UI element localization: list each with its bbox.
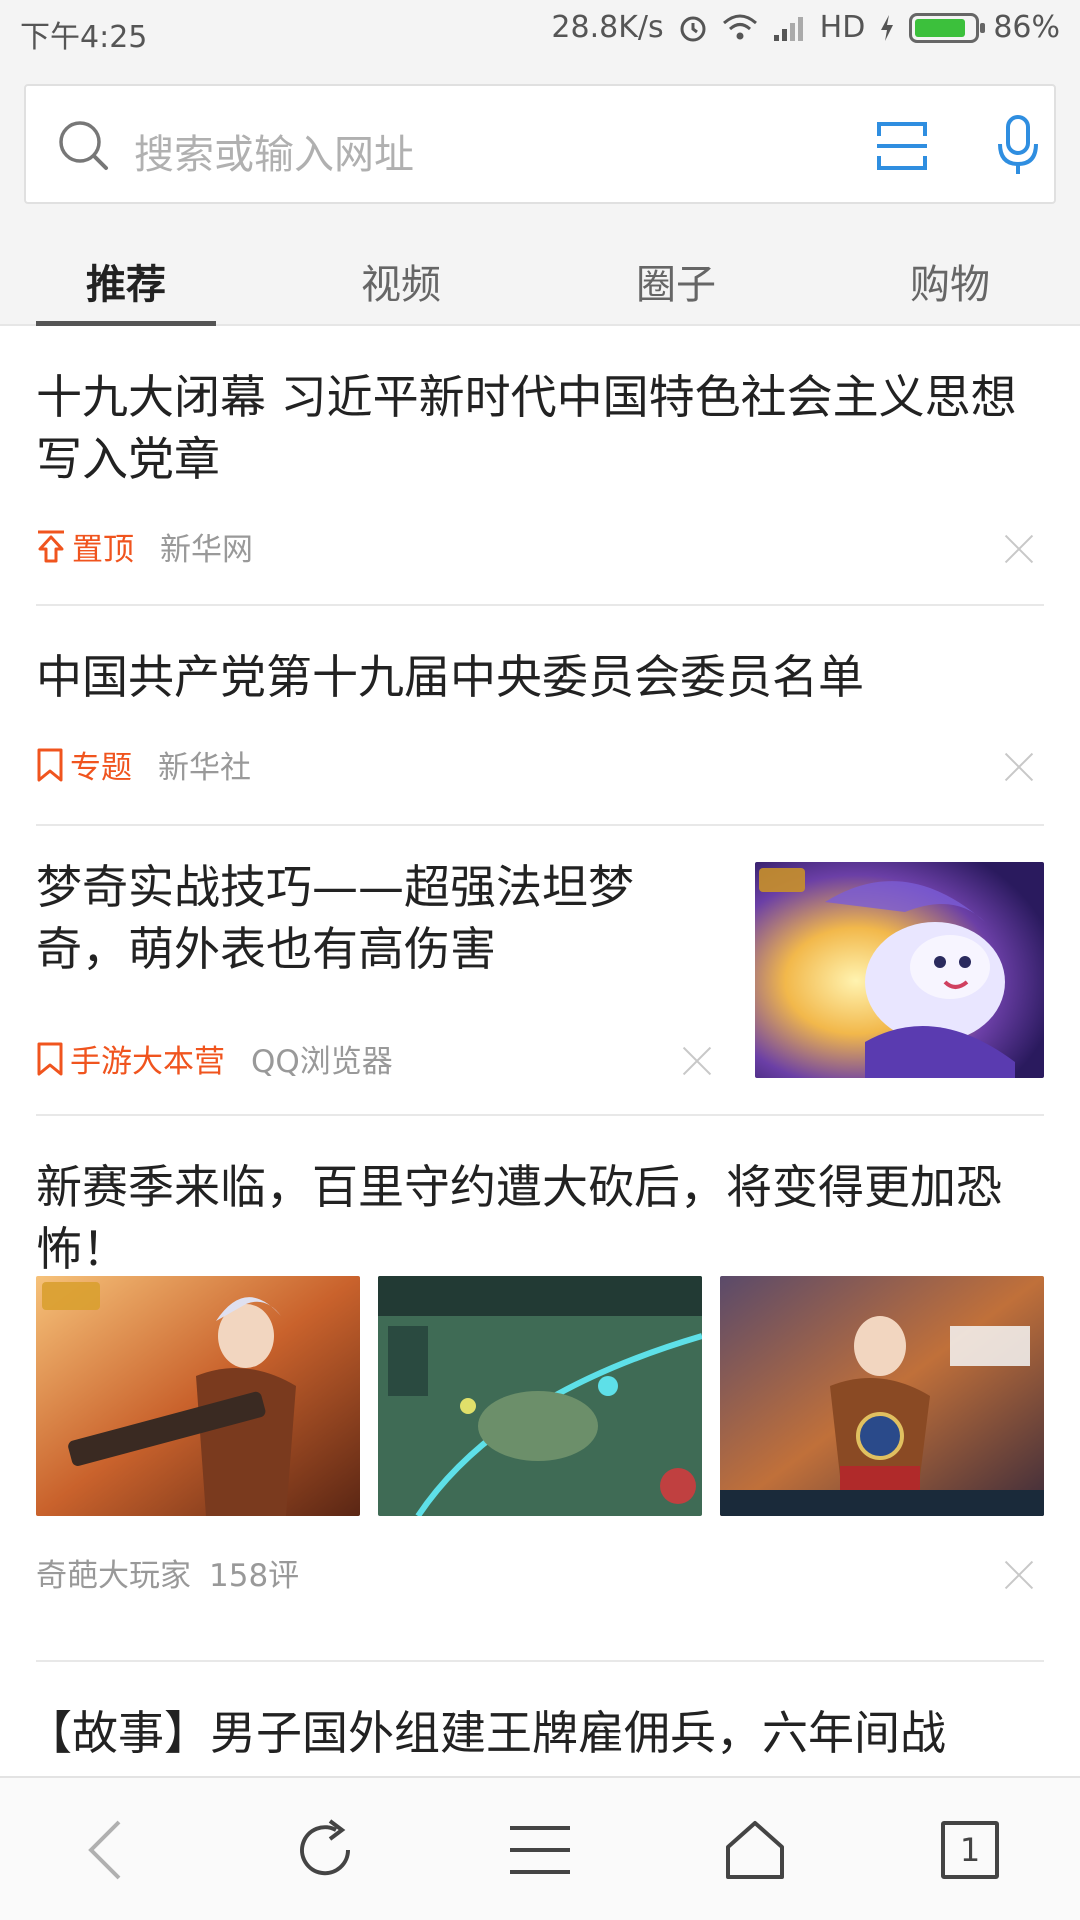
news-tag-label: 置顶 [72,532,134,568]
network-type: HD [819,10,866,45]
news-comment-count: 158评 [209,1558,300,1594]
charging-icon [881,14,894,41]
news-item[interactable]: 新赛季来临，百里守约遭大砍后，将变得更加恐怖！ 奇葩大玩家 158评 [36,1116,1044,1662]
menu-icon [510,1826,570,1874]
pin-top-icon [38,530,64,562]
news-title[interactable]: 中国共产党第十九届中央委员会委员名单 [36,646,1036,708]
tabs-button[interactable]: 1 [925,1808,1015,1892]
tab-video[interactable]: 视频 [311,252,491,310]
bottom-toolbar: 1 [0,1776,1080,1920]
header: 搜索或输入网址 推荐 视频 圈子 购物 [0,64,1080,326]
thumbnail-image [378,1276,702,1516]
news-source: 新华社 [158,750,251,786]
news-title[interactable]: 梦奇实战技巧——超强法坦梦奇，萌外表也有高伤害 [36,856,676,980]
news-source: 新华网 [160,532,253,568]
search-box[interactable]: 搜索或输入网址 [24,84,1056,204]
tab-recommend[interactable]: 推荐 [36,252,216,310]
network-speed: 28.8K/s [551,10,664,45]
back-icon [88,1820,121,1880]
signal-icon [773,16,803,41]
news-meta: 置顶 新华网 [36,524,253,569]
news-thumbnail[interactable] [720,1276,1044,1516]
news-feed[interactable]: 十九大闭幕 习近平新时代中国特色社会主义思想写入党章 置顶 新华网 中国共产党第… [0,326,1080,1776]
tab-count: 1 [959,1831,981,1869]
status-time: 下午4:25 [20,20,148,55]
news-meta: 专题 新华社 [36,742,251,787]
news-source: 奇葩大玩家 [36,1558,191,1594]
news-thumbnail[interactable] [36,1276,360,1516]
news-meta: 奇葩大玩家 158评 [36,1550,299,1595]
news-title[interactable]: 新赛季来临，百里守约遭大砍后，将变得更加恐怖！ [36,1156,1044,1280]
news-tag-label: 专题 [70,750,132,786]
search-placeholder[interactable]: 搜索或输入网址 [134,122,414,180]
tab-circle[interactable]: 圈子 [586,252,766,310]
news-item[interactable]: 【故事】男子国外组建王牌雇佣兵，六年间战 [26,1662,1044,1776]
wifi-icon [722,14,757,39]
alarm-icon [680,16,706,41]
microphone-icon[interactable] [996,114,1040,178]
thumbnail-image [720,1276,1044,1516]
home-icon [726,1821,784,1879]
status-bar: 下午4:25 28.8K/s HD 86% [0,0,1080,64]
news-item[interactable]: 十九大闭幕 习近平新时代中国特色社会主义思想写入党章 置顶 新华网 [36,326,1044,606]
news-title[interactable]: 【故事】男子国外组建王牌雇佣兵，六年间战 [26,1702,1056,1764]
battery-level [915,18,966,37]
news-thumbnail[interactable] [378,1276,702,1516]
news-item[interactable]: 中国共产党第十九届中央委员会委员名单 专题 新华社 [36,606,1044,826]
news-source: QQ浏览器 [251,1044,393,1080]
category-tabs: 推荐 视频 圈子 购物 [0,240,1080,326]
home-button[interactable] [710,1808,800,1892]
news-tag: 专题 [36,742,132,787]
scan-icon[interactable] [876,120,928,172]
tab-count-icon: 1 [941,1821,999,1879]
battery-percent: 86% [993,10,1060,45]
dismiss-icon[interactable] [1004,534,1034,564]
dismiss-icon[interactable] [682,1046,712,1076]
dismiss-icon[interactable] [1004,1560,1034,1590]
thumbnail-image [755,862,1044,1078]
back-button[interactable] [60,1808,150,1892]
bookmark-icon [37,748,63,781]
status-indicators: 28.8K/s HD 86% [551,10,1060,45]
thumbnail-image [36,1276,360,1516]
tab-shopping[interactable]: 购物 [860,252,1040,310]
news-item[interactable]: 梦奇实战技巧——超强法坦梦奇，萌外表也有高伤害 手游大本营 QQ浏览器 [36,826,1044,1116]
search-icon [59,121,108,170]
news-meta: 手游大本营 QQ浏览器 [36,1036,393,1081]
news-tag: 置顶 [36,524,134,569]
news-thumbnail[interactable] [755,862,1044,1078]
news-title[interactable]: 十九大闭幕 习近平新时代中国特色社会主义思想写入党章 [36,366,1036,490]
dismiss-icon[interactable] [1004,752,1034,782]
bookmark-icon [37,1042,63,1075]
news-tag-label: 手游大本营 [70,1044,225,1080]
refresh-button[interactable] [280,1808,370,1892]
menu-button[interactable] [495,1808,585,1892]
refresh-icon [300,1819,351,1876]
battery-icon [909,12,986,43]
news-tag: 手游大本营 [36,1036,225,1081]
